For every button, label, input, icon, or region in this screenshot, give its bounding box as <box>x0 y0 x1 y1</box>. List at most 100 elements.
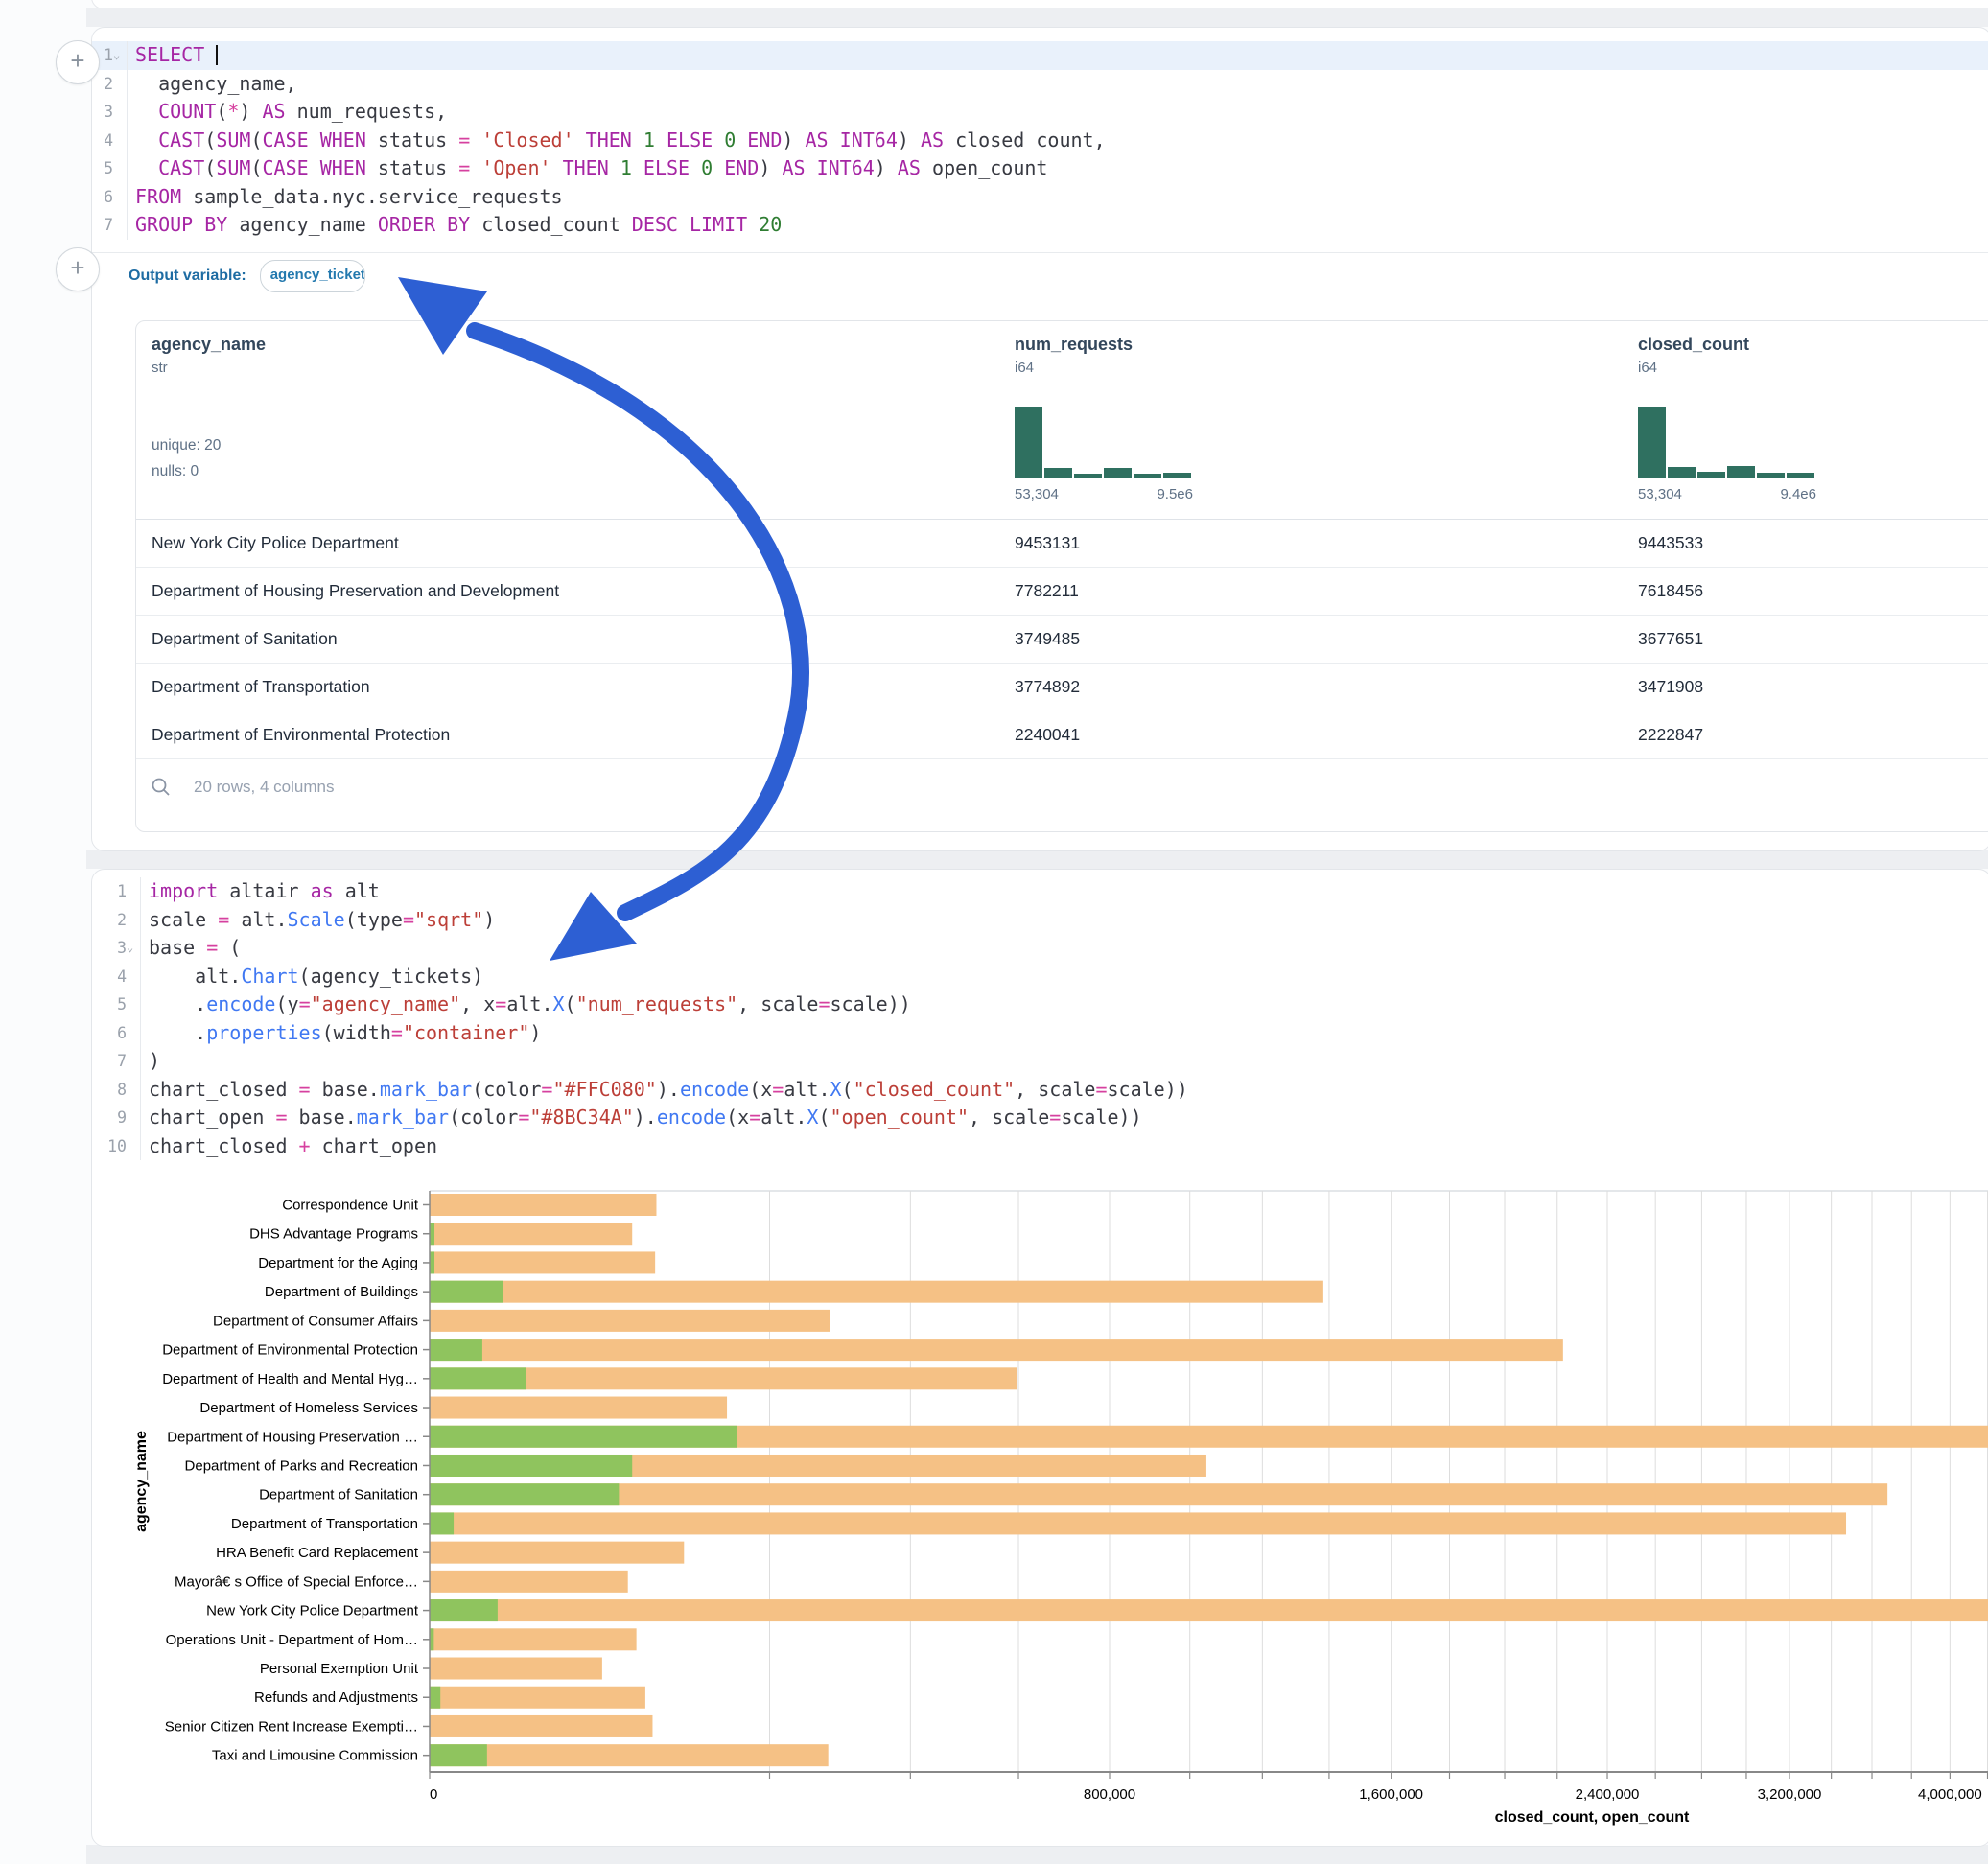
line-number: 6 <box>92 1019 141 1048</box>
text-cursor <box>216 45 218 65</box>
table-row[interactable]: Department of Sanitation37494853677651 <box>136 616 1988 664</box>
code-line[interactable]: 10chart_closed + chart_open <box>92 1132 1988 1161</box>
add-cell-button[interactable]: + <box>56 247 100 291</box>
table-row[interactable]: New York City Police Department945313194… <box>136 520 1988 568</box>
line-number: 3 <box>92 98 128 127</box>
bar-closed[interactable] <box>430 1483 1887 1505</box>
code-text: ) <box>141 1047 160 1076</box>
y-axis-label: Operations Unit - Department of Hom… <box>166 1632 418 1648</box>
code-line[interactable]: 9chart_open = base.mark_bar(color="#8BC3… <box>92 1104 1988 1132</box>
search-icon[interactable] <box>150 776 173 799</box>
bar-closed[interactable] <box>430 1512 1846 1534</box>
bar-open[interactable] <box>430 1483 619 1505</box>
bar-open[interactable] <box>430 1251 434 1273</box>
line-number: 4 <box>92 127 128 155</box>
bar-closed[interactable] <box>430 1339 1563 1361</box>
y-axis-label: HRA Benefit Card Replacement <box>216 1545 419 1561</box>
bar-open[interactable] <box>430 1281 503 1303</box>
bar-closed[interactable] <box>430 1542 684 1564</box>
python-code-editor[interactable]: 1import altair as alt2scale = alt.Scale(… <box>92 877 1988 1160</box>
code-line[interactable]: 7GROUP BY agency_name ORDER BY closed_co… <box>92 211 1988 240</box>
y-axis-label: Department of Health and Mental Hyg… <box>162 1371 418 1387</box>
line-number: 6 <box>92 183 128 212</box>
bar-closed[interactable] <box>430 1599 1988 1621</box>
bar-closed[interactable] <box>430 1397 727 1419</box>
bar-open[interactable] <box>430 1744 487 1766</box>
code-text: COUNT(*) AS num_requests, <box>128 98 447 127</box>
bar-open[interactable] <box>430 1339 482 1361</box>
bar-open[interactable] <box>430 1599 498 1621</box>
bar-open[interactable] <box>430 1455 632 1477</box>
code-line[interactable]: 2 agency_name, <box>92 70 1988 99</box>
y-axis-label: Department of Transportation <box>231 1516 418 1532</box>
code-line[interactable]: 6 .properties(width="container") <box>92 1019 1988 1048</box>
line-number: 2 <box>92 70 128 99</box>
code-text: scale = alt.Scale(type="sqrt") <box>141 906 495 935</box>
column-header-num_requests[interactable]: num_requestsi6453,3049.5e6 <box>999 321 1623 519</box>
bar-closed[interactable] <box>430 1310 830 1332</box>
bar-open[interactable] <box>430 1426 737 1448</box>
line-number: 1 <box>92 877 141 906</box>
code-line[interactable]: 6FROM sample_data.nyc.service_requests <box>92 183 1988 212</box>
bar-open[interactable] <box>430 1512 454 1534</box>
bar-closed[interactable] <box>430 1744 829 1766</box>
column-header-closed_count[interactable]: closed_counti6453,3049.4e6 <box>1623 321 1988 519</box>
column-histogram: 53,3049.5e6 <box>1015 404 1193 502</box>
code-fold-chevron-icon[interactable]: ⌄ <box>127 934 140 963</box>
y-axis-title: agency_name <box>133 1431 150 1532</box>
column-histogram: 53,3049.4e6 <box>1638 404 1816 502</box>
code-text: base = ( <box>141 934 241 963</box>
table-row[interactable]: Department of Transportation377489234719… <box>136 664 1988 711</box>
code-text: GROUP BY agency_name ORDER BY closed_cou… <box>128 211 782 240</box>
code-text: chart_closed + chart_open <box>141 1132 437 1161</box>
bar-open[interactable] <box>430 1223 434 1245</box>
bar-closed[interactable] <box>430 1571 628 1593</box>
code-line[interactable]: 1⌄SELECT <box>92 41 1988 70</box>
row-column-count: 20 rows, 4 columns <box>194 778 334 797</box>
table-row[interactable]: Department of Housing Preservation and D… <box>136 568 1988 616</box>
code-line[interactable]: 4 alt.Chart(agency_tickets) <box>92 963 1988 991</box>
y-axis-label: Senior Citizen Rent Increase Exempti… <box>165 1718 418 1735</box>
code-line[interactable]: 3⌄base = ( <box>92 934 1988 963</box>
code-line[interactable]: 7) <box>92 1047 1988 1076</box>
bar-open[interactable] <box>430 1687 440 1709</box>
notebook-page: { "colors": { "accent_blue": "#1e6ca3", … <box>0 0 1988 1864</box>
y-axis-label: New York City Police Department <box>206 1603 419 1619</box>
code-line[interactable]: 1import altair as alt <box>92 877 1988 906</box>
x-axis-tick-label: 1,600,000 <box>1359 1786 1423 1803</box>
altair-bar-chart: Correspondence UnitDHS Advantage Program… <box>0 1179 1988 1851</box>
table-body: New York City Police Department945313194… <box>136 520 1988 759</box>
column-stats: unique: 20nulls: 0 <box>152 432 221 484</box>
cell-gap <box>86 8 1988 27</box>
y-axis-label: Mayorâ€ s Office of Special Enforce… <box>175 1573 418 1590</box>
y-axis-label: Department of Buildings <box>265 1284 418 1300</box>
result-table: agency_namestrunique: 20nulls: 0num_requ… <box>135 320 1988 832</box>
bar-open[interactable] <box>430 1367 526 1389</box>
add-cell-button[interactable]: + <box>56 40 100 84</box>
code-text: CAST(SUM(CASE WHEN status = 'Open' THEN … <box>128 154 1047 183</box>
cell-gap <box>86 850 1988 869</box>
line-number: 5 <box>92 154 128 183</box>
code-line[interactable]: 4 CAST(SUM(CASE WHEN status = 'Closed' T… <box>92 127 1988 155</box>
table-row[interactable]: Department of Environmental Protection22… <box>136 711 1988 759</box>
output-variable-pill[interactable]: agency_tickets <box>260 260 365 292</box>
code-line[interactable]: 5 CAST(SUM(CASE WHEN status = 'Open' THE… <box>92 154 1988 183</box>
code-line[interactable]: 5 .encode(y="agency_name", x=alt.X("num_… <box>92 990 1988 1019</box>
bar-closed[interactable] <box>430 1628 637 1650</box>
code-line[interactable]: 2scale = alt.Scale(type="sqrt") <box>92 906 1988 935</box>
bar-closed[interactable] <box>430 1715 652 1737</box>
column-header-agency_name[interactable]: agency_namestrunique: 20nulls: 0 <box>136 321 999 519</box>
bar-closed[interactable] <box>430 1251 655 1273</box>
bar-closed[interactable] <box>430 1194 656 1216</box>
bar-closed[interactable] <box>430 1281 1323 1303</box>
x-axis-tick-label: 3,200,000 <box>1758 1786 1822 1803</box>
code-fold-chevron-icon[interactable]: ⌄ <box>113 41 127 70</box>
code-line[interactable]: 3 COUNT(*) AS num_requests, <box>92 98 1988 127</box>
sql-code-editor[interactable]: 1⌄SELECT 2 agency_name,3 COUNT(*) AS num… <box>92 41 1988 240</box>
code-line[interactable]: 8chart_closed = base.mark_bar(color="#FF… <box>92 1076 1988 1105</box>
code-text: alt.Chart(agency_tickets) <box>141 963 483 991</box>
bar-closed[interactable] <box>430 1658 602 1680</box>
bar-closed[interactable] <box>430 1687 645 1709</box>
bar-closed[interactable] <box>430 1223 632 1245</box>
y-axis-label: Refunds and Adjustments <box>254 1689 418 1706</box>
